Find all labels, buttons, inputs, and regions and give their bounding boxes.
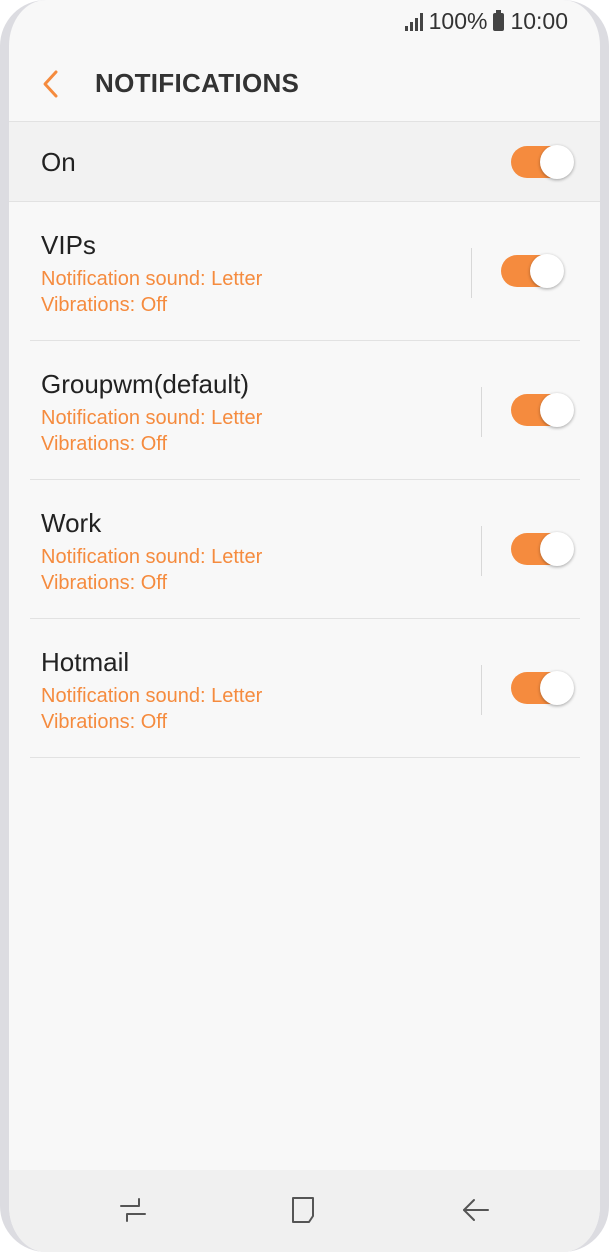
recent-apps-icon — [120, 1198, 146, 1222]
vibration-text: Vibrations: Off — [41, 572, 167, 594]
master-toggle[interactable] — [511, 145, 574, 179]
vibration-text: Vibrations: Off — [41, 711, 167, 733]
toggle-knob — [540, 145, 574, 179]
back-icon — [463, 1199, 489, 1221]
list-item-work[interactable]: Work Notification sound: Letter Vibratio… — [30, 480, 580, 619]
item-divider — [481, 665, 482, 715]
account-name: Work — [41, 508, 102, 538]
account-name: Groupwm(default) — [41, 369, 250, 399]
hotmail-toggle[interactable] — [511, 671, 574, 705]
signal-icon — [404, 12, 423, 31]
vibration-text: Vibrations: Off — [41, 433, 167, 455]
notification-sound-text: Notification sound: Letter — [41, 685, 263, 707]
notification-sound-text: Notification sound: Letter — [41, 268, 263, 290]
back-button[interactable] — [31, 64, 71, 104]
edge-panel-handle[interactable] — [600, 352, 609, 600]
navigation-bar — [9, 1170, 600, 1252]
groupwm-toggle[interactable] — [511, 393, 574, 427]
page-title: NOTIFICATIONS — [95, 68, 300, 98]
recent-apps-button[interactable] — [113, 1190, 153, 1230]
notification-sound-text: Notification sound: Letter — [41, 407, 263, 429]
master-switch-row[interactable]: On — [9, 121, 600, 202]
battery-percent: 100% — [428, 8, 488, 34]
toggle-knob — [540, 532, 574, 566]
phone-frame: 100% 10:00 NOTIFICATIONS On VIPs Notific… — [0, 0, 609, 1252]
app-header: NOTIFICATIONS — [9, 44, 600, 121]
item-divider — [471, 248, 472, 298]
list-item-vips[interactable]: VIPs Notification sound: Letter Vibratio… — [30, 202, 580, 341]
account-name: VIPs — [41, 230, 96, 260]
home-button[interactable] — [283, 1190, 323, 1230]
battery-icon — [493, 9, 505, 31]
item-divider — [481, 387, 482, 437]
toggle-knob — [540, 671, 574, 705]
toggle-knob — [530, 254, 564, 288]
system-back-button[interactable] — [456, 1190, 496, 1230]
toggle-knob — [540, 393, 574, 427]
home-icon — [292, 1197, 314, 1223]
account-name: Hotmail — [41, 647, 130, 677]
back-arrow-icon — [43, 70, 58, 98]
list-item-groupwm[interactable]: Groupwm(default) Notification sound: Let… — [30, 341, 580, 480]
list-item-hotmail[interactable]: Hotmail Notification sound: Letter Vibra… — [30, 619, 580, 758]
status-indicators: 100% 10:00 — [404, 8, 568, 35]
vips-toggle[interactable] — [501, 254, 564, 288]
vibration-text: Vibrations: Off — [41, 294, 167, 316]
clock: 10:00 — [510, 8, 568, 34]
status-bar: 100% 10:00 — [9, 0, 600, 44]
master-switch-label: On — [41, 147, 76, 177]
work-toggle[interactable] — [511, 532, 574, 566]
notification-sound-text: Notification sound: Letter — [41, 546, 263, 568]
item-divider — [481, 526, 482, 576]
